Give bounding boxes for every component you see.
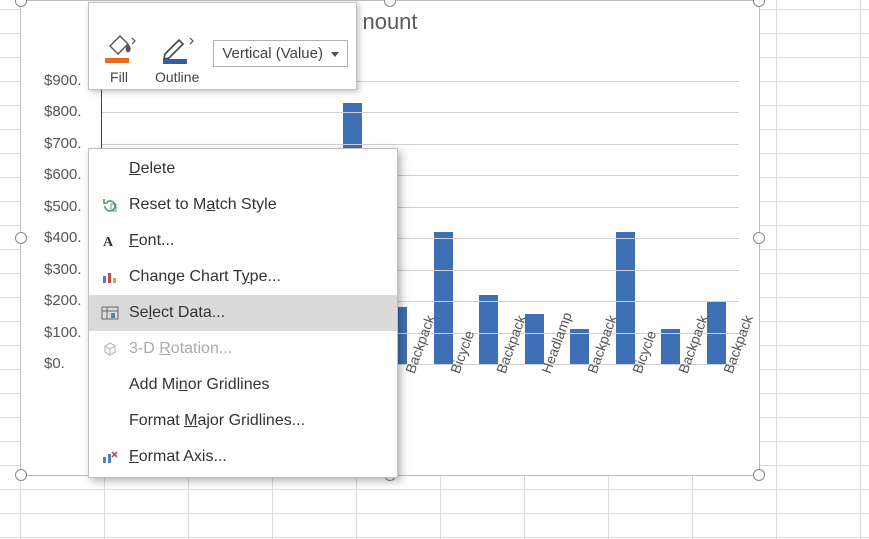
menu-item-add-minor-gridlines[interactable]: Add Minor Gridlines: [89, 367, 397, 403]
outline-button[interactable]: Outline: [155, 29, 199, 85]
resize-handle[interactable]: [384, 0, 396, 7]
menu-item-format-major-gridlines[interactable]: Format Major Gridlines...: [89, 403, 397, 439]
resize-handle[interactable]: [15, 469, 27, 481]
menu-item-3-d-rotation: 3-D Rotation...: [89, 331, 397, 367]
chart-bar[interactable]: [570, 329, 589, 364]
menu-item-select-data[interactable]: Select Data...: [89, 295, 397, 331]
menu-item-label: 3-D Rotation...: [129, 340, 232, 358]
menu-item-label: Font...: [129, 232, 174, 250]
mini-toolbar: Fill Outline Vertical (Value): [88, 2, 357, 90]
menu-item-delete[interactable]: Delete: [89, 151, 397, 187]
outline-label: Outline: [155, 69, 199, 85]
menu-item-format-axis[interactable]: Format Axis...: [89, 439, 397, 475]
menu-item-change-chart-type[interactable]: Change Chart Type...: [89, 259, 397, 295]
svg-text:A: A: [103, 235, 114, 250]
menu-item-label: Delete: [129, 160, 175, 178]
resize-handle[interactable]: [15, 232, 27, 244]
chevron-down-icon: [331, 52, 339, 57]
chart-bar[interactable]: [479, 295, 498, 364]
menu-item-reset-to-match-style[interactable]: Reset to Match Style: [89, 187, 397, 223]
chart-type-icon: [97, 268, 123, 286]
fill-icon: [97, 29, 141, 69]
resize-handle[interactable]: [753, 469, 765, 481]
resize-handle[interactable]: [753, 232, 765, 244]
resize-handle[interactable]: [15, 0, 27, 7]
fill-button[interactable]: Fill: [97, 29, 141, 85]
context-menu: Delete Reset to Match Style A Font... Change…: [88, 148, 398, 478]
menu-item-label: Add Minor Gridlines: [129, 376, 270, 394]
menu-item-label: Change Chart Type...: [129, 268, 281, 286]
outline-icon: [155, 29, 199, 69]
chart-element-selector-label: Vertical (Value): [222, 45, 323, 62]
fill-label: Fill: [97, 69, 141, 85]
chart-element-selector[interactable]: Vertical (Value): [213, 40, 348, 67]
chart-bar[interactable]: [434, 232, 453, 364]
menu-item-label: Format Major Gridlines...: [129, 412, 305, 430]
reset-icon: [97, 196, 123, 214]
chart-bar[interactable]: [616, 232, 635, 364]
menu-item-label: Reset to Match Style: [129, 196, 277, 214]
y-axis-tick: $800.: [44, 103, 102, 120]
menu-item-label: Format Axis...: [129, 448, 227, 466]
format-axis-icon: [97, 448, 123, 466]
chart-bar[interactable]: [661, 329, 680, 364]
rotate-3d-icon: [97, 340, 123, 358]
font-icon: A: [97, 232, 123, 250]
menu-item-font[interactable]: A Font...: [89, 223, 397, 259]
select-data-icon: [97, 304, 123, 322]
menu-item-label: Select Data...: [129, 304, 225, 322]
